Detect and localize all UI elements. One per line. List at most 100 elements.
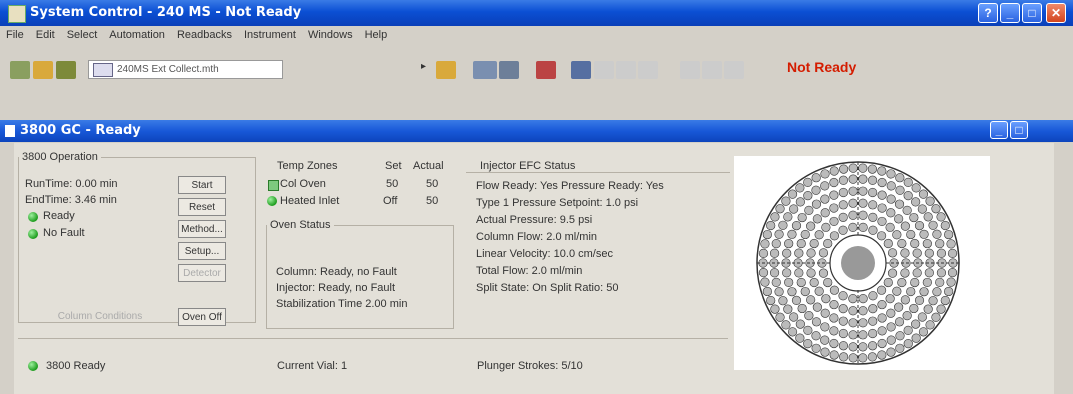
vial-slot[interactable] [848,330,858,340]
vial-slot[interactable] [868,212,878,222]
vial-slot[interactable] [935,277,945,287]
vial-slot[interactable] [858,318,868,328]
vial-slot[interactable] [787,327,798,337]
vial-slot[interactable] [812,214,822,224]
vial-slot[interactable] [797,212,807,223]
vial-slot[interactable] [886,194,896,204]
begin-icon[interactable] [571,61,591,79]
vial-slot[interactable] [906,286,916,297]
vial-slot[interactable] [821,294,831,304]
menu-windows[interactable]: Windows [302,27,359,41]
vial-slot[interactable] [868,291,878,301]
vial-slot[interactable] [811,331,821,341]
vial-slot[interactable] [848,294,858,304]
vial-slot[interactable] [858,186,868,196]
vial-slot[interactable] [936,212,946,222]
vial-slot[interactable] [909,303,919,314]
vial-slot[interactable] [923,304,933,314]
vial-slot[interactable] [811,199,822,209]
start-button[interactable]: Start [178,176,226,194]
vial-slot[interactable] [838,316,848,326]
vial-slot[interactable] [795,197,805,207]
vial-slot[interactable] [922,238,932,249]
vial-slot[interactable] [760,277,770,287]
vial-slot[interactable] [947,248,958,258]
vial-slot[interactable] [811,317,822,327]
instrument-title-bar[interactable]: 3800 GC - Ready _ □ [0,120,1073,142]
vial-slot[interactable] [758,268,769,278]
vial-slot[interactable] [877,190,887,200]
vial-slot[interactable] [784,238,794,249]
vial-slot[interactable] [809,277,819,288]
vial-slot[interactable] [811,343,821,353]
vial-slot[interactable] [918,327,929,337]
vial-slot[interactable] [917,312,927,322]
vial-slot[interactable] [932,287,942,297]
vial-slot[interactable] [868,225,878,235]
stop-icon[interactable] [638,61,658,79]
vial-slot[interactable] [887,268,898,278]
vial-slot[interactable] [900,295,910,305]
vial-slot[interactable] [820,208,830,218]
vial-slot[interactable] [820,194,830,204]
vial-slot[interactable] [787,229,797,239]
vial-slot[interactable] [762,286,772,297]
vial-slot[interactable] [781,196,791,206]
open-folder-icon[interactable] [33,61,53,79]
vial-slot[interactable] [911,333,921,343]
vial-slot[interactable] [771,277,781,287]
oven-off-button[interactable]: Oven Off [178,308,226,326]
vial-slot[interactable] [839,164,849,174]
vial-slot[interactable] [820,347,830,357]
vial-slot[interactable] [868,187,878,198]
vial-slot[interactable] [877,166,887,176]
menu-edit[interactable]: Edit [30,27,61,41]
vial-slot[interactable] [804,205,814,215]
vial-slot[interactable] [886,335,896,345]
vial-slot[interactable] [804,311,814,321]
column-conditions-button[interactable]: Column Conditions [30,308,170,326]
vial-slot[interactable] [803,177,813,187]
vial-slot[interactable] [876,285,887,295]
vial-slot[interactable] [814,230,824,240]
reset-button[interactable]: Reset [178,198,226,216]
setup-button[interactable]: Setup... [178,242,226,260]
vial-slot[interactable] [811,173,821,183]
vial-slot[interactable] [778,296,788,306]
vial-slot[interactable] [885,222,895,232]
vial-slot[interactable] [791,220,802,231]
vial-slot[interactable] [885,294,895,304]
vial-slot[interactable] [902,311,912,321]
vial-slot[interactable] [769,268,780,278]
vial-slot[interactable] [895,173,905,183]
vial-slot[interactable] [931,204,941,214]
vial-slot[interactable] [867,164,877,174]
menu-file[interactable]: File [0,27,30,41]
vial-slot[interactable] [940,295,950,306]
vial-slot[interactable] [940,220,950,231]
vial-slot[interactable] [886,308,896,318]
vial-slot[interactable] [838,212,848,222]
vial-slot[interactable] [806,268,816,278]
vial-slot[interactable] [811,185,821,195]
next-icon[interactable] [724,61,744,79]
vial-slot[interactable] [829,313,839,323]
vial-slot[interactable] [766,295,776,306]
vial-slot[interactable] [783,304,793,314]
sub-maximize-icon[interactable]: □ [1010,121,1028,139]
vial-slot[interactable] [858,306,868,316]
vial-slot[interactable] [918,189,929,199]
vial-slot[interactable] [914,295,925,306]
vial-slot[interactable] [809,238,819,249]
vial-slot[interactable] [820,308,830,318]
vial-slot[interactable] [794,248,804,258]
menu-help[interactable]: Help [359,27,394,41]
vial-slot[interactable] [936,248,947,258]
vial-slot[interactable] [829,338,839,349]
vial-slot[interactable] [903,191,913,201]
vial-slot[interactable] [838,225,848,235]
vial-slot[interactable] [903,325,913,335]
vial-slot[interactable] [787,189,798,199]
vial-slot[interactable] [912,248,922,258]
vial-slot[interactable] [795,183,805,193]
